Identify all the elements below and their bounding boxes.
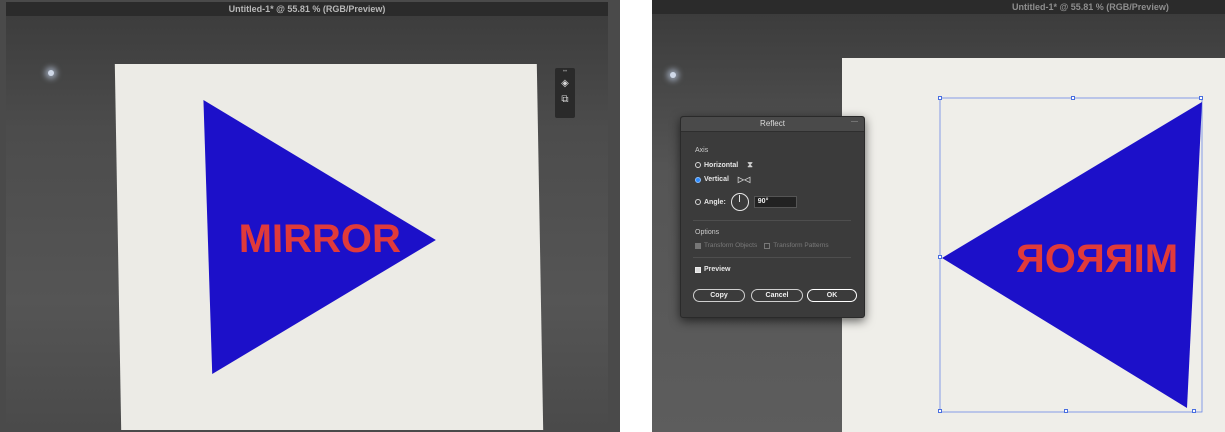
collapsed-panel-dock[interactable]: •• ◈ ⧉ bbox=[555, 68, 575, 118]
screen-glare bbox=[48, 70, 54, 76]
right-screen-photo: Untitled-1* @ 55.81 % (RGB/Preview) MIRR… bbox=[652, 0, 1225, 432]
options-section-label: Options bbox=[695, 229, 720, 236]
selection-handle[interactable] bbox=[938, 409, 942, 413]
transform-objects-label[interactable]: Transform Objects bbox=[704, 242, 757, 249]
selection-handle[interactable] bbox=[1199, 96, 1203, 100]
artboard[interactable]: MIRROR bbox=[114, 64, 544, 430]
transform-options-row: Transform Objects Transform Patterns bbox=[695, 242, 829, 249]
angle-radio-row[interactable]: Angle: 90° bbox=[695, 193, 797, 211]
left-screen-photo: Untitled-1* @ 55.81 % (RGB/Preview) MIRR… bbox=[0, 0, 620, 432]
selection-handle[interactable] bbox=[938, 96, 942, 100]
horizontal-radio-row[interactable]: Horizontal ⧗ bbox=[695, 160, 753, 170]
angle-input[interactable]: 90° bbox=[753, 196, 797, 208]
hourglass-reflect-icon: ⧗ bbox=[747, 160, 753, 169]
transform-objects-checkbox[interactable] bbox=[695, 242, 701, 249]
vertical-radio[interactable] bbox=[695, 176, 701, 183]
mirror-text[interactable]: MIRROR bbox=[238, 217, 401, 261]
artboard-right[interactable]: MIRROR bbox=[842, 58, 1225, 432]
angle-label[interactable]: Angle: bbox=[704, 199, 726, 206]
illustrator-canvas-after: Untitled-1* @ 55.81 % (RGB/Preview) MIRR… bbox=[652, 0, 1225, 432]
horizontal-label[interactable]: Horizontal bbox=[704, 162, 738, 169]
section-divider bbox=[693, 257, 851, 258]
dialog-title[interactable]: Reflect bbox=[681, 117, 864, 132]
reflect-dialog[interactable]: Reflect — Axis Horizontal ⧗ Vertical ▷◁ … bbox=[680, 116, 865, 318]
vertical-label[interactable]: Vertical bbox=[704, 176, 729, 183]
libraries-icon[interactable]: ⧉ bbox=[555, 92, 575, 108]
selection-handle[interactable] bbox=[1192, 409, 1196, 413]
angle-radio[interactable] bbox=[695, 199, 701, 205]
cancel-button[interactable]: Cancel bbox=[751, 289, 803, 302]
ok-button[interactable]: OK bbox=[807, 289, 857, 302]
angle-dial-icon[interactable] bbox=[730, 193, 749, 211]
preview-row[interactable]: Preview bbox=[695, 266, 730, 273]
illustrator-canvas-before: Untitled-1* @ 55.81 % (RGB/Preview) MIRR… bbox=[6, 2, 608, 430]
section-divider bbox=[693, 220, 851, 221]
layers-icon[interactable]: ◈ bbox=[555, 76, 575, 92]
document-title: Untitled-1* @ 55.81 % (RGB/Preview) bbox=[6, 2, 608, 16]
document-title-right: Untitled-1* @ 55.81 % (RGB/Preview) bbox=[652, 0, 1225, 14]
selection-handle[interactable] bbox=[1071, 96, 1075, 100]
horizontal-radio[interactable] bbox=[695, 162, 701, 168]
transform-patterns-checkbox[interactable] bbox=[764, 242, 771, 249]
preview-checkbox[interactable] bbox=[695, 266, 701, 273]
artwork-group[interactable]: MIRROR bbox=[115, 64, 543, 430]
vertical-radio-row[interactable]: Vertical ▷◁ bbox=[695, 175, 750, 184]
selection-handle[interactable] bbox=[938, 255, 942, 259]
close-icon[interactable]: — bbox=[851, 118, 858, 125]
screen-glare-right bbox=[670, 72, 676, 78]
reflect-vertical-icon: ▷◁ bbox=[737, 175, 751, 184]
mirror-text-reflected[interactable]: MIRROR bbox=[1016, 237, 1178, 281]
axis-section-label: Axis bbox=[695, 147, 709, 154]
selection-handle[interactable] bbox=[1064, 409, 1068, 413]
copy-button[interactable]: Copy bbox=[693, 289, 745, 302]
preview-label[interactable]: Preview bbox=[704, 266, 730, 273]
reflected-artwork[interactable]: MIRROR bbox=[842, 58, 1225, 432]
transform-patterns-label[interactable]: Transform Patterns bbox=[773, 242, 828, 249]
panel-grip-icon: •• bbox=[562, 69, 568, 75]
